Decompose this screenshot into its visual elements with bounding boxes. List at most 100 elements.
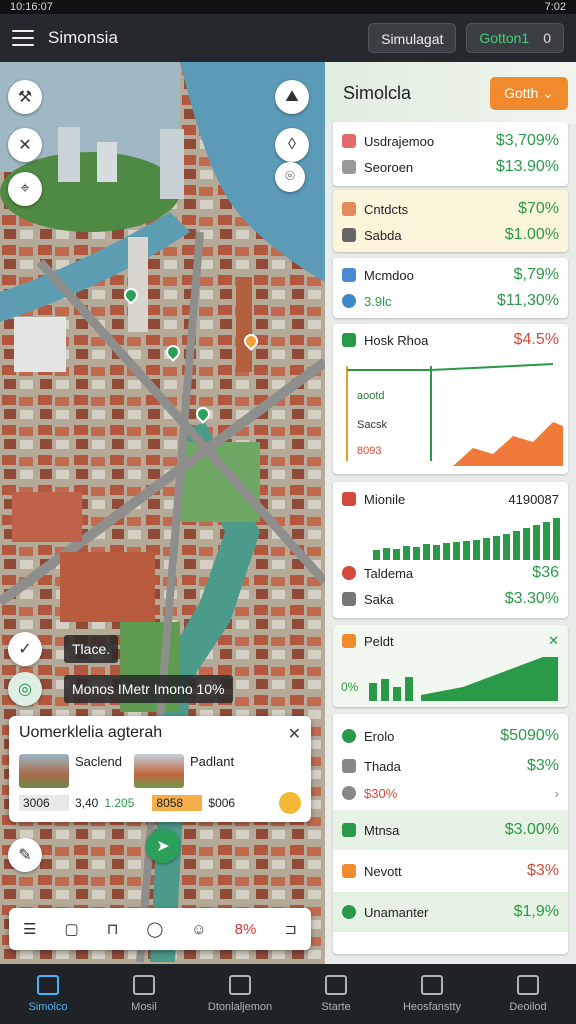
item1-change: 1.205	[104, 796, 135, 810]
place-thumbnail[interactable]	[133, 754, 184, 788]
stats-panel: Simolcla Gotth ⌄ Usdrajemoo $3,709% Seoro…	[325, 62, 576, 964]
nav-item-details[interactable]: Deoilod	[480, 964, 576, 1024]
nav-item-downloads[interactable]: Dtonlaljemon	[192, 964, 288, 1024]
stat-value: $11,30%	[497, 292, 559, 309]
stat-group-3[interactable]: Mcmdoo $,79% 3.9lc $11,30%	[333, 258, 568, 318]
chart-card-3[interactable]: Peldt ✕ 0%	[333, 625, 568, 707]
chevron-icon[interactable]: ›	[555, 786, 559, 801]
nav-label: Mosil	[131, 1001, 157, 1013]
stat-row: Nevott $3%	[333, 850, 568, 892]
nav-item-history[interactable]: Heosfanstty	[384, 964, 480, 1024]
chart-card-1[interactable]: Hosk Rhoa $4.5% aootd Sacsk 8093	[333, 324, 568, 474]
route-icon[interactable]: ⛰	[275, 80, 309, 114]
stat-label: Usdrajemoo	[364, 133, 435, 149]
wave-icon	[342, 268, 356, 282]
nav-item-home[interactable]: Simolco	[0, 964, 96, 1024]
close-map-icon[interactable]: ✕	[8, 128, 42, 162]
house-icon	[421, 975, 443, 995]
nav-item-models[interactable]: Mosil	[96, 964, 192, 1024]
stat-label: Thada	[364, 758, 401, 774]
stat-label: Unamanter	[364, 904, 429, 920]
map-tooltip-stats: Monos IMetr Imono 10%	[64, 675, 233, 703]
nav-label: Heosfanstty	[402, 1001, 462, 1013]
stat-value: $1.00%	[504, 226, 559, 243]
shirt-icon	[342, 759, 356, 773]
chart-value: 4190087	[508, 491, 559, 507]
item2-price: $006	[208, 796, 236, 810]
menu-icon[interactable]	[12, 30, 34, 46]
stat-group-5[interactable]: Erolo $5090% Thada $3% $30% › Mtnsa $3.00% N…	[333, 714, 568, 954]
city-map[interactable]: ⚒ ✕ ⌖ ⛰ ◊ ⌾ ✓ ◎ Tlace. Monos IMetr Imono…	[0, 62, 325, 964]
face-icon[interactable]: ☺	[191, 921, 206, 938]
pulse-icon	[342, 492, 356, 506]
nav-item-stats[interactable]: Starte	[288, 964, 384, 1024]
ticket-icon	[342, 634, 356, 648]
place-thumbnail[interactable]	[19, 754, 69, 788]
bookmark-icon[interactable]: ⊓	[107, 920, 119, 938]
camera-icon[interactable]: ⌾	[275, 162, 305, 192]
stat-row: Saka $3.30%	[333, 586, 568, 612]
directions-icon[interactable]: ➤	[146, 829, 180, 863]
list-icon[interactable]: ☰	[23, 920, 36, 938]
bottom-nav: Simolco Mosil Dtonlaljemon Starte Heosfa…	[0, 964, 576, 1024]
leaf-icon	[342, 905, 356, 919]
stat-label: Seoroen	[364, 159, 414, 175]
item2-name: Padlant	[189, 754, 235, 769]
check-icon[interactable]: ✓	[8, 632, 42, 666]
building-icon	[342, 228, 356, 242]
close-icon[interactable]: ✕	[288, 724, 301, 744]
edit-icon[interactable]: ✎	[8, 838, 42, 872]
stat-label: 3.9lc	[364, 293, 392, 309]
simulate-button[interactable]: Simulagat	[368, 23, 457, 53]
stat-row: Unamanter $1,9%	[333, 892, 568, 932]
map-tooltip: Tlace.	[64, 635, 119, 663]
item1-price: 3,40	[75, 796, 99, 810]
stat-row: Erolo $5090%	[333, 720, 568, 752]
sim-status-button[interactable]: Gotton1 0	[466, 23, 564, 53]
close-icon[interactable]: ✕	[548, 633, 559, 649]
coin-icon[interactable]	[279, 792, 301, 814]
top-app-bar: Simonsia Simulagat Gotton1 0	[0, 14, 576, 62]
stat-value: $3,709%	[495, 132, 559, 149]
stat-value: $36	[532, 564, 559, 581]
frame-icon[interactable]: ⊐	[284, 920, 297, 938]
stat-value: $5090%	[500, 727, 559, 744]
person-icon	[342, 566, 356, 580]
chart-card-2[interactable]: Mionile 4190087 Taldema $36 Saka $3.30%	[333, 482, 568, 618]
stat-group-2[interactable]: Cntdcts $70% Sabda $1.00%	[333, 190, 568, 252]
page-icon[interactable]: ▢	[65, 920, 79, 938]
stat-value: $3%	[526, 757, 559, 774]
stat-group-1[interactable]: Usdrajemoo $3,709% Seoroen $13.90%	[333, 122, 568, 186]
stat-label: Saka	[364, 591, 394, 607]
sim-count: 0	[543, 30, 551, 46]
stat-value: $1,9%	[513, 903, 559, 920]
status-battery: 7:02	[544, 1, 566, 13]
pin-drop-icon[interactable]: ◊	[275, 128, 309, 162]
chart-title: Peldt	[364, 633, 394, 649]
wallet-icon	[342, 592, 356, 606]
layers-icon[interactable]: ◎	[8, 672, 42, 706]
chart-icon	[342, 333, 356, 347]
stat-row: 3.9lc $11,30%	[333, 288, 568, 314]
stat-label: Mcmdoo	[364, 267, 414, 283]
tool-icon[interactable]: ⚒	[8, 80, 42, 114]
area-chart: aootd Sacsk 8093	[346, 363, 563, 466]
growth-chart: 0%	[341, 657, 558, 701]
item2-price-tag: 8058	[152, 795, 203, 811]
stat-row: Seoroen $13.90%	[333, 154, 568, 180]
stat-label: Nevott	[364, 863, 402, 879]
chart-label: aootd	[357, 390, 385, 402]
stat-value: $70%	[518, 200, 559, 217]
stats-icon	[325, 975, 347, 995]
place-card[interactable]: Uomerklelia agterah ✕ Saclend Padlant 30…	[9, 716, 311, 822]
stat-label: $30%	[364, 785, 398, 801]
bar-chart	[373, 518, 560, 560]
tag-icon[interactable]: ◯	[146, 920, 163, 938]
chart-header: Peldt ✕	[333, 625, 568, 657]
chart-title: Hosk Rhoa	[364, 332, 429, 348]
nav-label: Starte	[321, 1001, 351, 1013]
chart-label: 8093	[357, 445, 381, 457]
map-toolbar: ☰ ▢ ⊓ ◯ ☺ 8% ⊐	[9, 908, 311, 950]
panel-dropdown-button[interactable]: Gotth ⌄	[490, 76, 568, 110]
locate-icon[interactable]: ⌖	[8, 172, 42, 206]
